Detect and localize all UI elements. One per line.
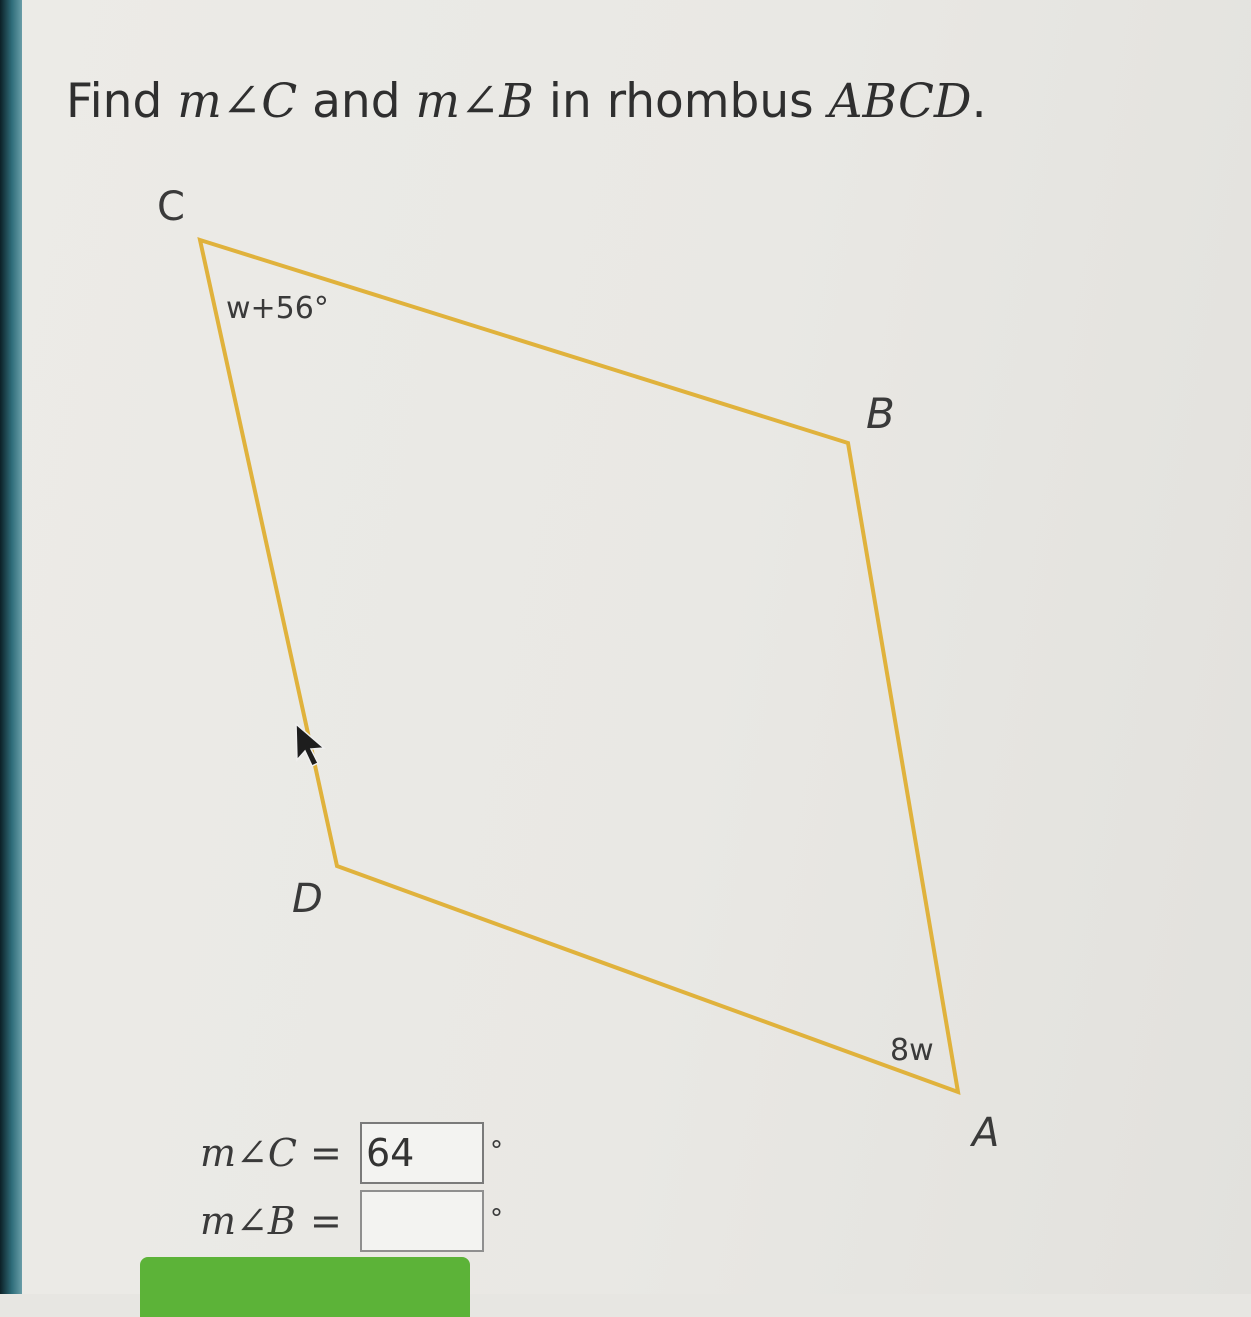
angle-a-expression: 8w (890, 1033, 934, 1068)
answer-row-angle-c: m∠C = ° (200, 1118, 503, 1188)
angle-b-equals: = (310, 1199, 342, 1243)
angle-c-equals: = (310, 1131, 342, 1175)
vertex-label-a: A (969, 1110, 999, 1156)
rhombus-outline (197, 237, 961, 1096)
vertex-label-d: D (292, 876, 323, 922)
angle-c-degree-symbol: ° (490, 1136, 503, 1166)
vertex-label-b: B (866, 389, 895, 438)
angle-c-label: m∠C (200, 1131, 297, 1175)
angle-b-label: m∠B (200, 1199, 296, 1243)
angle-b-input[interactable] (360, 1190, 484, 1252)
rhombus-figure: C B D A w+56° 8w (157, 184, 999, 1156)
angle-b-degree-symbol: ° (490, 1204, 503, 1234)
angle-c-input[interactable] (360, 1122, 484, 1184)
angle-c-expression: w+56° (226, 291, 329, 326)
mouse-pointer-icon (295, 722, 326, 768)
check-answer-button[interactable] (140, 1257, 470, 1317)
vertex-label-c: C (157, 184, 185, 230)
answer-row-angle-b: m∠B = ° (200, 1186, 503, 1256)
